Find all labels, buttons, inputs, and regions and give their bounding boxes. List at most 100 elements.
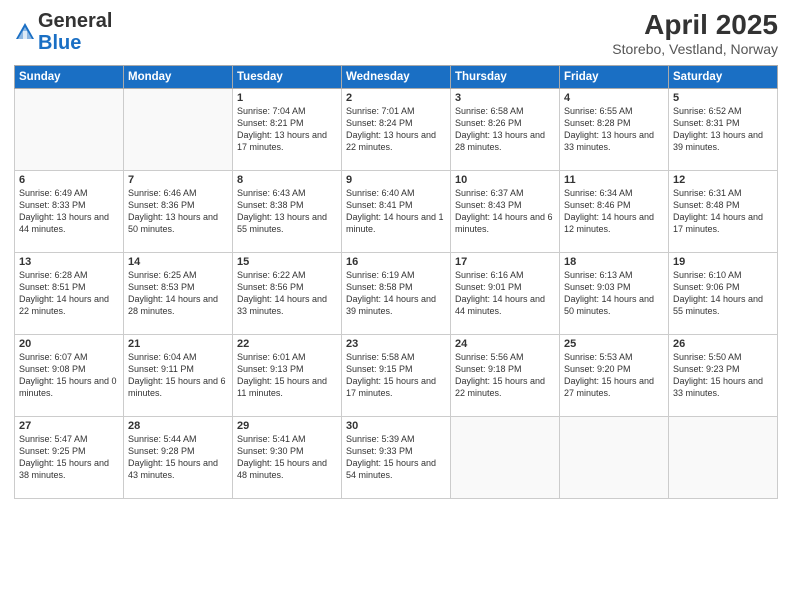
table-row: 17Sunrise: 6:16 AM Sunset: 9:01 PM Dayli… [451,252,560,334]
day-info: Sunrise: 6:28 AM Sunset: 8:51 PM Dayligh… [19,269,119,318]
day-info: Sunrise: 6:13 AM Sunset: 9:03 PM Dayligh… [564,269,664,318]
header-row: Sunday Monday Tuesday Wednesday Thursday… [15,65,778,88]
table-row: 15Sunrise: 6:22 AM Sunset: 8:56 PM Dayli… [233,252,342,334]
day-info: Sunrise: 6:55 AM Sunset: 8:28 PM Dayligh… [564,105,664,154]
calendar-week-4: 20Sunrise: 6:07 AM Sunset: 9:08 PM Dayli… [15,334,778,416]
day-number: 21 [128,338,228,350]
day-info: Sunrise: 6:46 AM Sunset: 8:36 PM Dayligh… [128,187,228,236]
day-info: Sunrise: 5:47 AM Sunset: 9:25 PM Dayligh… [19,433,119,482]
table-row: 18Sunrise: 6:13 AM Sunset: 9:03 PM Dayli… [560,252,669,334]
table-row: 10Sunrise: 6:37 AM Sunset: 8:43 PM Dayli… [451,170,560,252]
table-row: 16Sunrise: 6:19 AM Sunset: 8:58 PM Dayli… [342,252,451,334]
calendar-table: Sunday Monday Tuesday Wednesday Thursday… [14,65,778,499]
calendar-header: Sunday Monday Tuesday Wednesday Thursday… [15,65,778,88]
table-row [560,416,669,498]
day-info: Sunrise: 6:37 AM Sunset: 8:43 PM Dayligh… [455,187,555,236]
table-row: 6Sunrise: 6:49 AM Sunset: 8:33 PM Daylig… [15,170,124,252]
table-row: 11Sunrise: 6:34 AM Sunset: 8:46 PM Dayli… [560,170,669,252]
day-number: 20 [19,338,119,350]
col-wednesday: Wednesday [342,65,451,88]
day-info: Sunrise: 6:22 AM Sunset: 8:56 PM Dayligh… [237,269,337,318]
table-row: 9Sunrise: 6:40 AM Sunset: 8:41 PM Daylig… [342,170,451,252]
table-row [451,416,560,498]
table-row: 5Sunrise: 6:52 AM Sunset: 8:31 PM Daylig… [669,88,778,170]
day-info: Sunrise: 6:19 AM Sunset: 8:58 PM Dayligh… [346,269,446,318]
day-number: 11 [564,174,664,186]
logo-icon [14,21,36,43]
day-info: Sunrise: 6:43 AM Sunset: 8:38 PM Dayligh… [237,187,337,236]
day-number: 5 [673,92,773,104]
col-tuesday: Tuesday [233,65,342,88]
table-row: 22Sunrise: 6:01 AM Sunset: 9:13 PM Dayli… [233,334,342,416]
day-info: Sunrise: 6:40 AM Sunset: 8:41 PM Dayligh… [346,187,446,236]
day-number: 25 [564,338,664,350]
page-title: April 2025 [612,10,778,41]
day-info: Sunrise: 6:25 AM Sunset: 8:53 PM Dayligh… [128,269,228,318]
table-row: 13Sunrise: 6:28 AM Sunset: 8:51 PM Dayli… [15,252,124,334]
page: General Blue April 2025 Storebo, Vestlan… [0,0,792,612]
calendar-week-1: 1Sunrise: 7:04 AM Sunset: 8:21 PM Daylig… [15,88,778,170]
calendar-week-5: 27Sunrise: 5:47 AM Sunset: 9:25 PM Dayli… [15,416,778,498]
day-number: 4 [564,92,664,104]
day-number: 29 [237,420,337,432]
table-row: 1Sunrise: 7:04 AM Sunset: 8:21 PM Daylig… [233,88,342,170]
table-row: 26Sunrise: 5:50 AM Sunset: 9:23 PM Dayli… [669,334,778,416]
table-row [669,416,778,498]
table-row: 3Sunrise: 6:58 AM Sunset: 8:26 PM Daylig… [451,88,560,170]
day-info: Sunrise: 6:52 AM Sunset: 8:31 PM Dayligh… [673,105,773,154]
header: General Blue April 2025 Storebo, Vestlan… [14,10,778,57]
day-number: 27 [19,420,119,432]
day-number: 24 [455,338,555,350]
table-row [124,88,233,170]
col-friday: Friday [560,65,669,88]
day-number: 10 [455,174,555,186]
calendar-week-2: 6Sunrise: 6:49 AM Sunset: 8:33 PM Daylig… [15,170,778,252]
day-info: Sunrise: 6:07 AM Sunset: 9:08 PM Dayligh… [19,351,119,400]
day-number: 30 [346,420,446,432]
table-row: 30Sunrise: 5:39 AM Sunset: 9:33 PM Dayli… [342,416,451,498]
day-info: Sunrise: 5:58 AM Sunset: 9:15 PM Dayligh… [346,351,446,400]
col-saturday: Saturday [669,65,778,88]
day-info: Sunrise: 5:41 AM Sunset: 9:30 PM Dayligh… [237,433,337,482]
day-number: 3 [455,92,555,104]
day-number: 16 [346,256,446,268]
day-number: 1 [237,92,337,104]
table-row: 8Sunrise: 6:43 AM Sunset: 8:38 PM Daylig… [233,170,342,252]
table-row: 14Sunrise: 6:25 AM Sunset: 8:53 PM Dayli… [124,252,233,334]
day-number: 7 [128,174,228,186]
table-row: 23Sunrise: 5:58 AM Sunset: 9:15 PM Dayli… [342,334,451,416]
logo-blue-text: Blue [38,32,81,54]
table-row: 19Sunrise: 6:10 AM Sunset: 9:06 PM Dayli… [669,252,778,334]
day-info: Sunrise: 7:01 AM Sunset: 8:24 PM Dayligh… [346,105,446,154]
day-number: 17 [455,256,555,268]
table-row: 2Sunrise: 7:01 AM Sunset: 8:24 PM Daylig… [342,88,451,170]
page-subtitle: Storebo, Vestland, Norway [612,41,778,57]
day-info: Sunrise: 7:04 AM Sunset: 8:21 PM Dayligh… [237,105,337,154]
day-number: 22 [237,338,337,350]
day-info: Sunrise: 5:50 AM Sunset: 9:23 PM Dayligh… [673,351,773,400]
day-number: 15 [237,256,337,268]
logo: General Blue [14,10,112,54]
table-row: 12Sunrise: 6:31 AM Sunset: 8:48 PM Dayli… [669,170,778,252]
day-number: 14 [128,256,228,268]
day-number: 26 [673,338,773,350]
day-number: 12 [673,174,773,186]
day-number: 6 [19,174,119,186]
col-monday: Monday [124,65,233,88]
day-info: Sunrise: 6:04 AM Sunset: 9:11 PM Dayligh… [128,351,228,400]
day-number: 9 [346,174,446,186]
table-row: 25Sunrise: 5:53 AM Sunset: 9:20 PM Dayli… [560,334,669,416]
day-number: 8 [237,174,337,186]
day-info: Sunrise: 6:10 AM Sunset: 9:06 PM Dayligh… [673,269,773,318]
day-info: Sunrise: 6:34 AM Sunset: 8:46 PM Dayligh… [564,187,664,236]
calendar-body: 1Sunrise: 7:04 AM Sunset: 8:21 PM Daylig… [15,88,778,498]
day-info: Sunrise: 5:44 AM Sunset: 9:28 PM Dayligh… [128,433,228,482]
day-info: Sunrise: 5:56 AM Sunset: 9:18 PM Dayligh… [455,351,555,400]
day-number: 2 [346,92,446,104]
day-info: Sunrise: 6:01 AM Sunset: 9:13 PM Dayligh… [237,351,337,400]
day-number: 28 [128,420,228,432]
day-info: Sunrise: 6:31 AM Sunset: 8:48 PM Dayligh… [673,187,773,236]
table-row: 28Sunrise: 5:44 AM Sunset: 9:28 PM Dayli… [124,416,233,498]
day-number: 18 [564,256,664,268]
table-row: 20Sunrise: 6:07 AM Sunset: 9:08 PM Dayli… [15,334,124,416]
